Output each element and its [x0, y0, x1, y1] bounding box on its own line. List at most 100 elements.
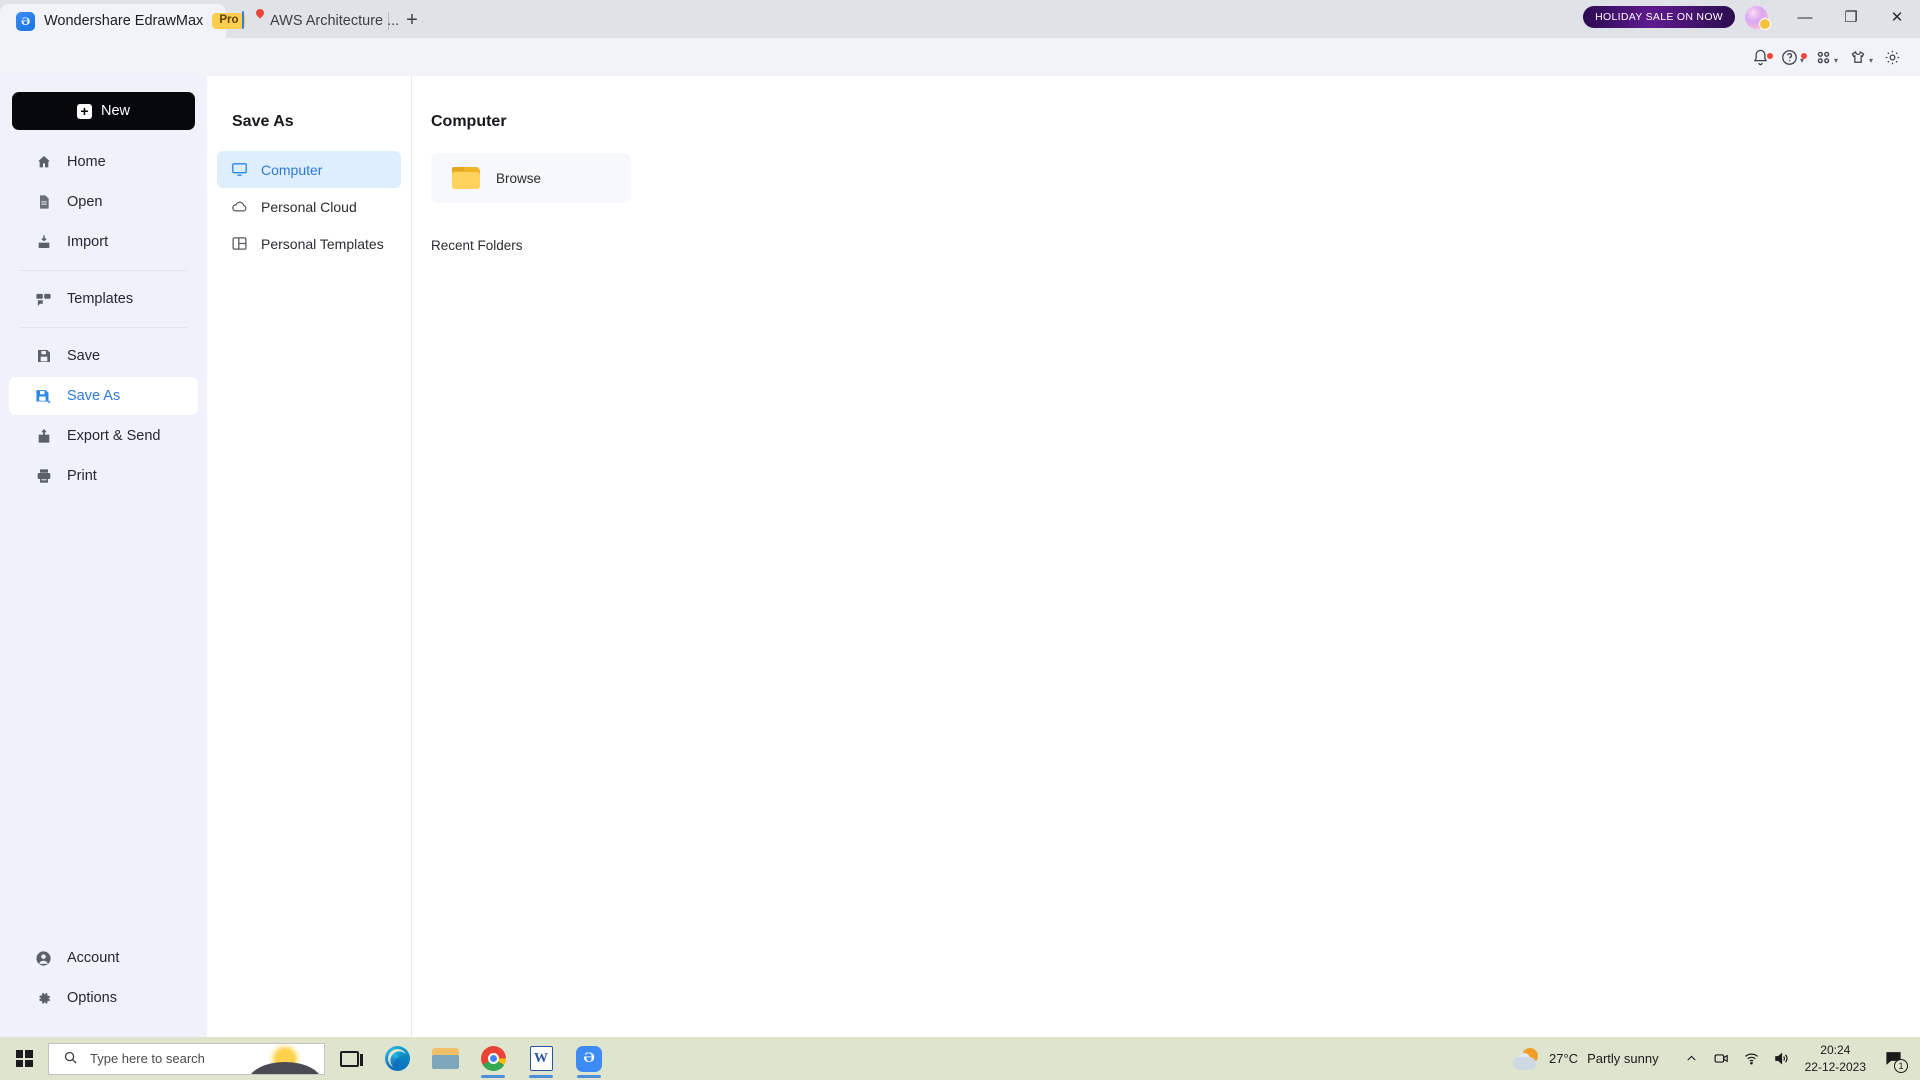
- help-question-icon[interactable]: ▾: [1776, 48, 1808, 67]
- plus-icon: +: [76, 103, 92, 119]
- save-as-icon: [35, 388, 52, 405]
- panel-title: Save As: [232, 113, 294, 130]
- monitor-icon: [231, 161, 248, 178]
- sidebar-nav-list: Home Open Import Templates Save Save As …: [0, 143, 207, 495]
- sidebar-item-label: Print: [67, 468, 97, 484]
- tab-title: Wondershare EdrawMax: [44, 13, 204, 29]
- minimize-button[interactable]: —: [1782, 0, 1828, 34]
- sidebar-item-label: Open: [67, 194, 103, 210]
- search-icon: [63, 1050, 78, 1068]
- window-controls: HOLIDAY SALE ON NOW — ❐ ✕: [1583, 0, 1920, 34]
- browse-button[interactable]: Browse: [431, 153, 631, 203]
- sidebar-item-print[interactable]: Print: [9, 457, 198, 495]
- templates-icon: [35, 291, 52, 308]
- microsoft-word-icon[interactable]: W: [517, 1037, 565, 1080]
- holiday-sale-badge[interactable]: HOLIDAY SALE ON NOW: [1583, 6, 1735, 28]
- windows-logo-icon: [15, 1050, 33, 1067]
- chevron-down-icon[interactable]: ▾: [1800, 56, 1804, 65]
- import-icon: [35, 234, 52, 251]
- account-icon: [35, 950, 52, 967]
- browser-tab-strip: Ə Wondershare EdrawMax Pro AWS Architect…: [0, 0, 1920, 38]
- apps-grid-icon[interactable]: ▾: [1810, 48, 1842, 67]
- document-icon: [242, 6, 266, 31]
- sidebar-divider: [20, 327, 187, 328]
- search-placeholder: Type here to search: [90, 1051, 205, 1066]
- sidebar-item-account[interactable]: Account: [9, 939, 198, 977]
- theme-shirt-icon[interactable]: ▾: [1844, 48, 1877, 67]
- sidebar-item-label: Export & Send: [67, 428, 161, 444]
- edrawmax-icon[interactable]: Ə: [565, 1037, 613, 1080]
- top-bar-icon-group: ▾ ▾ ▾: [1747, 38, 1906, 76]
- sidebar-item-label: Import: [67, 234, 109, 250]
- save-destination-personal-cloud[interactable]: Personal Cloud: [217, 188, 401, 225]
- sidebar-item-label: Options: [67, 990, 117, 1006]
- sidebar-item-import[interactable]: Import: [9, 223, 198, 261]
- sidebar-bottom-nav: Account Options: [0, 937, 207, 1019]
- tab-title: AWS Architecture ...: [270, 13, 400, 29]
- file-explorer-icon[interactable]: [421, 1037, 469, 1080]
- application-window: ▾ ▾ ▾ + New Home Open Import Templates S…: [0, 38, 1920, 1037]
- notification-center-button[interactable]: 1: [1876, 1037, 1910, 1080]
- restore-button[interactable]: ❐: [1828, 0, 1874, 34]
- partly-sunny-icon: [1513, 1047, 1540, 1070]
- search-hill-icon: [248, 1061, 322, 1074]
- close-button[interactable]: ✕: [1874, 0, 1920, 34]
- weather-condition: Partly sunny: [1587, 1051, 1659, 1066]
- notification-dot: [1766, 52, 1773, 59]
- app-top-bar: ▾ ▾ ▾: [0, 38, 1920, 76]
- settings-gear-icon[interactable]: [1879, 48, 1906, 67]
- home-icon: [35, 154, 52, 171]
- clock-date: 22-12-2023: [1804, 1059, 1866, 1074]
- options-gear-icon: [35, 990, 52, 1007]
- task-view-icon[interactable]: [325, 1037, 373, 1080]
- save-destination-label: Personal Templates: [261, 235, 384, 252]
- sidebar-item-label: Save: [67, 348, 101, 364]
- content-title: Computer: [431, 113, 507, 130]
- save-destination-personal-templates[interactable]: Personal Templates: [217, 225, 401, 262]
- open-file-icon: [35, 194, 52, 211]
- tab-wondershare-edrawmax[interactable]: Ə Wondershare EdrawMax Pro: [0, 4, 246, 38]
- chevron-down-icon[interactable]: ▾: [1834, 56, 1838, 65]
- new-button[interactable]: + New: [12, 92, 195, 130]
- user-avatar[interactable]: [1745, 5, 1771, 30]
- sidebar-item-label: Account: [67, 950, 120, 966]
- sidebar-item-export-send[interactable]: Export & Send: [9, 417, 198, 455]
- sidebar-item-label: Home: [67, 154, 106, 170]
- sidebar-item-templates[interactable]: Templates: [9, 280, 198, 318]
- meet-now-icon[interactable]: [1707, 1037, 1737, 1080]
- sidebar-item-save-as[interactable]: Save As: [9, 377, 198, 415]
- windows-taskbar: Type here to search W Ə 27°C Partly sunn…: [0, 1037, 1920, 1080]
- weather-widget[interactable]: 27°C Partly sunny: [1513, 1047, 1677, 1070]
- taskbar-clock[interactable]: 20:24 22-12-2023: [1797, 1042, 1876, 1074]
- sidebar-item-label: Save As: [67, 388, 121, 404]
- chevron-down-icon[interactable]: ▾: [1869, 56, 1873, 65]
- sidebar-item-options[interactable]: Options: [9, 979, 198, 1017]
- microsoft-edge-icon[interactable]: [373, 1037, 421, 1080]
- notifications-bell-icon[interactable]: [1747, 48, 1774, 67]
- save-destination-label: Personal Cloud: [261, 198, 357, 215]
- network-wifi-icon[interactable]: [1737, 1037, 1767, 1080]
- left-sidebar: + New Home Open Import Templates Save Sa…: [0, 76, 207, 1037]
- volume-icon[interactable]: [1767, 1037, 1797, 1080]
- clock-time: 20:24: [1820, 1043, 1851, 1058]
- google-chrome-icon[interactable]: [469, 1037, 517, 1080]
- sidebar-item-home[interactable]: Home: [9, 143, 198, 181]
- sidebar-item-label: Templates: [67, 291, 134, 307]
- export-send-icon: [35, 428, 52, 445]
- taskbar-search-box[interactable]: Type here to search: [48, 1042, 325, 1075]
- save-icon: [35, 348, 52, 365]
- save-destination-computer[interactable]: Computer: [217, 151, 401, 188]
- sidebar-item-save[interactable]: Save: [9, 337, 198, 375]
- browse-label: Browse: [496, 170, 542, 186]
- computer-content-area: Computer Browse Recent Folders: [413, 76, 1920, 1037]
- print-icon: [35, 468, 52, 485]
- sidebar-item-open[interactable]: Open: [9, 183, 198, 221]
- save-destination-list: Computer Personal Cloud Personal Templat…: [207, 151, 411, 262]
- tab-aws-architecture[interactable]: AWS Architecture ...: [226, 4, 399, 38]
- show-hidden-icons-chevron[interactable]: [1677, 1037, 1707, 1080]
- save-destination-label: Computer: [261, 161, 323, 178]
- new-tab-button[interactable]: +: [397, 5, 427, 35]
- new-button-label: New: [100, 103, 130, 119]
- notification-count-badge: 1: [1894, 1059, 1908, 1073]
- start-button[interactable]: [0, 1050, 48, 1067]
